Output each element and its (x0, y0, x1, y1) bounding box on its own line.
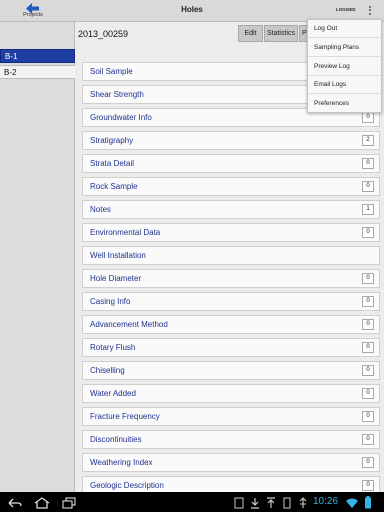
sd-card-icon (282, 496, 292, 512)
count-badge: 0 (362, 411, 374, 422)
overflow-menu: Log Out Sampling Plans Preview Log Email… (307, 19, 382, 113)
count-badge: 0 (362, 342, 374, 353)
projects-back-button[interactable]: Projects (18, 1, 48, 21)
list-item[interactable]: Rotary Flush 0 (82, 338, 380, 357)
list-item-label: Strata Detail (90, 159, 135, 168)
list-item-label: Notes (90, 205, 111, 214)
list-item[interactable]: Advancement Method 0 (82, 315, 380, 334)
logged-label: LOGGED (336, 7, 356, 12)
list-item[interactable]: Notes 1 (82, 200, 380, 219)
list-item[interactable]: Chiselling 0 (82, 361, 380, 380)
list-item[interactable]: Fracture Frequency 0 (82, 407, 380, 426)
count-badge: 0 (362, 227, 374, 238)
list-item-label: Environmental Data (90, 228, 161, 237)
menu-item-log-out[interactable]: Log Out (308, 20, 381, 38)
page-title: Holes (181, 5, 203, 14)
system-navigation-bar: 10:26 (0, 492, 384, 512)
list-item-label: Soil Sample (90, 67, 133, 76)
count-badge: 0 (362, 296, 374, 307)
list-item-label: Rock Sample (90, 182, 138, 191)
count-badge: 1 (362, 204, 374, 215)
battery-icon (364, 496, 372, 512)
hole-id-title: 2013_00259 (78, 29, 129, 39)
status-clock: 10:26 (313, 496, 339, 507)
list-item-label: Weathering Index (90, 458, 153, 467)
wifi-icon (345, 496, 359, 512)
list-item[interactable]: Rock Sample 0 (82, 177, 380, 196)
nav-home-icon[interactable] (34, 496, 50, 512)
list-item[interactable]: Water Added 0 (82, 384, 380, 403)
screenshot-icon (234, 496, 244, 512)
list-item[interactable]: Strata Detail 0 (82, 154, 380, 173)
nav-recent-apps-icon[interactable] (62, 496, 76, 512)
count-badge: 0 (362, 181, 374, 192)
list-item[interactable]: Weathering Index 0 (82, 453, 380, 472)
overflow-menu-icon[interactable] (365, 4, 375, 18)
list-item-label: Well Installation (90, 251, 146, 260)
nav-back-icon[interactable] (8, 496, 22, 512)
usb-icon (298, 496, 308, 512)
count-badge: 0 (362, 434, 374, 445)
edit-button[interactable]: Edit (238, 25, 263, 42)
count-badge: 0 (362, 457, 374, 468)
list-item-label: Hole Diameter (90, 274, 142, 283)
statistics-button[interactable]: Statistics (264, 25, 298, 42)
list-item-label: Chiselling (90, 366, 125, 375)
count-badge: 0 (362, 480, 374, 491)
list-item-label: Casing Info (90, 297, 131, 306)
list-item-label: Shear Strength (90, 90, 144, 99)
count-badge: 2 (362, 135, 374, 146)
list-item-label: Water Added (90, 389, 136, 398)
holes-sidebar: B-1 B-2 (0, 22, 75, 492)
sidebar-item-b-1[interactable]: B-1 (0, 49, 75, 63)
back-arrow-icon (18, 1, 48, 14)
count-badge: 0 (362, 319, 374, 330)
list-item[interactable]: Stratigraphy 2 (82, 131, 380, 150)
list-item-label: Geologic Description (90, 481, 164, 490)
list-item[interactable]: Hole Diameter 0 (82, 269, 380, 288)
list-item-label: Discontinuities (90, 435, 142, 444)
upload-icon (266, 496, 276, 512)
count-badge: 0 (362, 388, 374, 399)
count-badge: 0 (362, 273, 374, 284)
sidebar-item-b-2[interactable]: B-2 (0, 65, 75, 79)
list-item[interactable]: Well Installation (82, 246, 380, 265)
list-item-label: Rotary Flush (90, 343, 136, 352)
download-icon (250, 496, 260, 512)
count-badge: 0 (362, 112, 374, 123)
list-item-label: Stratigraphy (90, 136, 134, 145)
count-badge: 0 (362, 365, 374, 376)
menu-item-preview-log[interactable]: Preview Log (308, 58, 381, 76)
list-item[interactable]: Environmental Data 0 (82, 223, 380, 242)
list-item[interactable]: Discontinuities 0 (82, 430, 380, 449)
list-item[interactable]: Casing Info 0 (82, 292, 380, 311)
menu-item-sampling-plans[interactable]: Sampling Plans (308, 39, 381, 57)
menu-item-preferences[interactable]: Preferences (308, 95, 381, 113)
count-badge: 0 (362, 158, 374, 169)
list-item-label: Fracture Frequency (90, 412, 160, 421)
projects-label: Projects (23, 12, 43, 18)
list-item-label: Advancement Method (90, 320, 168, 329)
menu-item-email-logs[interactable]: Email Logs (308, 76, 381, 94)
list-item-label: Groundwater Info (90, 113, 152, 122)
